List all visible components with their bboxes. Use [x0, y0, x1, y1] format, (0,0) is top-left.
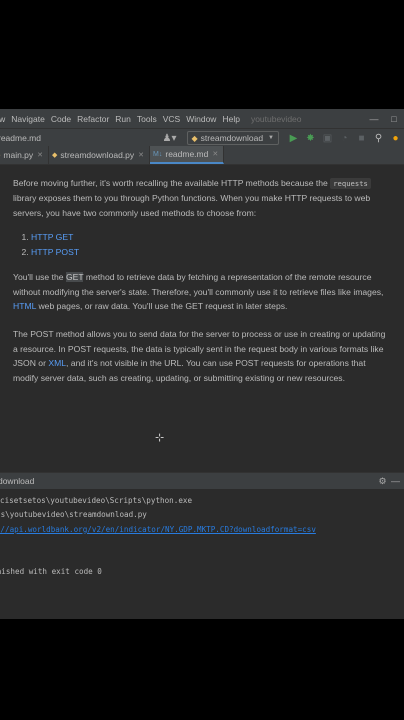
highlighted-word: GET — [65, 272, 84, 283]
run-tab-title[interactable]: streamdownload — [0, 476, 34, 486]
tab-main-py[interactable]: ◆ main.py ✕ — [0, 146, 50, 164]
chevron-down-icon: ▼ — [268, 135, 274, 141]
link-http-post[interactable]: HTTP POST — [31, 247, 79, 257]
maximize-icon[interactable]: □ — [384, 114, 404, 124]
paragraph-http-methods: Before moving further, it's worth recall… — [13, 176, 390, 220]
stop-icon[interactable]: ■ — [353, 133, 370, 144]
text-span: library exposes them to you through Pyth… — [13, 193, 371, 218]
console-line: C:\Users\sarth\PycharmProjects\youtubevi… — [0, 510, 147, 520]
search-icon[interactable]: ⚲ — [370, 133, 387, 144]
menu-vcs[interactable]: VCS — [160, 114, 183, 124]
run-tool-window: streamdownload ⚙ — C:\Users\sarth\Pychar… — [0, 472, 404, 619]
update-icon[interactable]: ● — [387, 133, 404, 144]
run-tool-icons: ⚙ — — [376, 473, 402, 489]
python-file-icon: ◆ — [52, 152, 58, 159]
text-span: You'll use the — [13, 272, 66, 283]
debug-icon[interactable]: ✸ — [302, 133, 319, 144]
window-controls: — □ — [364, 109, 404, 128]
paragraph-post: The POST method allows you to send data … — [13, 327, 390, 385]
run-config-dropdown[interactable]: ◆ streamdownload ▼ — [186, 131, 279, 145]
close-icon[interactable]: ✕ — [37, 151, 43, 159]
tab-label: streamdownload.py — [60, 150, 135, 160]
navigation-bar: readme.md ♟▾ ◆ streamdownload ▼ ▶ ✸ ▣ ◔ … — [0, 128, 404, 146]
list-item: HTTP POST — [31, 245, 390, 260]
tab-streamdownload-py[interactable]: ◆ streamdownload.py ✕ — [49, 146, 151, 164]
coverage-icon[interactable]: ▣ — [319, 133, 336, 144]
menu-run[interactable]: Run — [112, 114, 134, 124]
breadcrumb[interactable]: readme.md — [0, 133, 41, 143]
python-icon: ◆ — [191, 133, 198, 143]
tab-label: main.py — [3, 150, 34, 160]
user-icon[interactable]: ♟▾ — [163, 133, 177, 144]
tab-readme-md[interactable]: M↓ readme.md ✕ — [150, 146, 225, 164]
profile-icon[interactable]: ◔ — [336, 133, 353, 144]
menu-bar: View Navigate Code Refactor Run Tools VC… — [0, 109, 404, 128]
menu-view[interactable]: View — [0, 114, 8, 124]
close-icon[interactable]: ✕ — [138, 151, 144, 159]
markdown-file-icon: M↓ — [153, 150, 163, 158]
console-line: C:\Users\sarth\PycharmProjects\Exerciset… — [0, 496, 193, 505]
menu-help[interactable]: Help — [219, 114, 242, 124]
gear-icon[interactable]: ⚙ — [376, 476, 389, 487]
methods-list: HTTP GET HTTP POST — [31, 230, 390, 260]
paragraph-get: You'll use the GET method to retrieve da… — [13, 270, 390, 313]
mouse-cursor-icon: ⊹ — [155, 432, 165, 444]
tab-label: readme.md — [165, 149, 209, 159]
menu-tools[interactable]: Tools — [134, 114, 160, 124]
inline-code: requests — [330, 178, 371, 189]
run-config-label: streamdownload — [200, 133, 264, 143]
project-title: youtubevideo — [250, 113, 302, 124]
pycharm-window: View Navigate Code Refactor Run Tools VC… — [0, 109, 404, 619]
markdown-editor[interactable]: Before moving further, it's worth recall… — [0, 166, 404, 472]
menu-window[interactable]: Window — [183, 114, 219, 124]
text-span: web pages, or raw data. You'll use the G… — [36, 301, 288, 312]
console-url-link[interactable]: https://api.worldbank.org/v2/en/indicato… — [0, 523, 404, 537]
text-span: , and it's not visible in the URL. You c… — [13, 358, 366, 383]
menu-refactor[interactable]: Refactor — [74, 114, 112, 124]
text-span: Before moving further, it's worth recall… — [13, 178, 331, 188]
link-xml[interactable]: XML — [48, 358, 66, 368]
console-output[interactable]: C:\Users\sarth\PycharmProjects\Exerciset… — [0, 489, 404, 580]
minimize-icon[interactable]: — — [364, 114, 384, 124]
console-exit-line: Process finished with exit code 0 — [0, 567, 102, 577]
close-icon[interactable]: ✕ — [212, 150, 218, 158]
toolbar: ♟▾ ◆ streamdownload ▼ ▶ ✸ ▣ ◔ ■ ⚲ ● — [163, 129, 404, 147]
link-http-get[interactable]: HTTP GET — [31, 232, 73, 242]
menu-code[interactable]: Code — [48, 114, 74, 124]
editor-tabs: ◆ main.py ✕ ◆ streamdownload.py ✕ M↓ rea… — [0, 146, 404, 165]
menu-navigate[interactable]: Navigate — [8, 114, 48, 124]
list-item: HTTP GET — [31, 230, 390, 245]
console-blank-space — [0, 537, 404, 566]
run-icon[interactable]: ▶ — [285, 133, 302, 144]
run-tool-header: streamdownload ⚙ — — [0, 473, 404, 489]
minimize-panel-icon[interactable]: — — [389, 476, 402, 486]
link-html[interactable]: HTML — [13, 301, 36, 311]
